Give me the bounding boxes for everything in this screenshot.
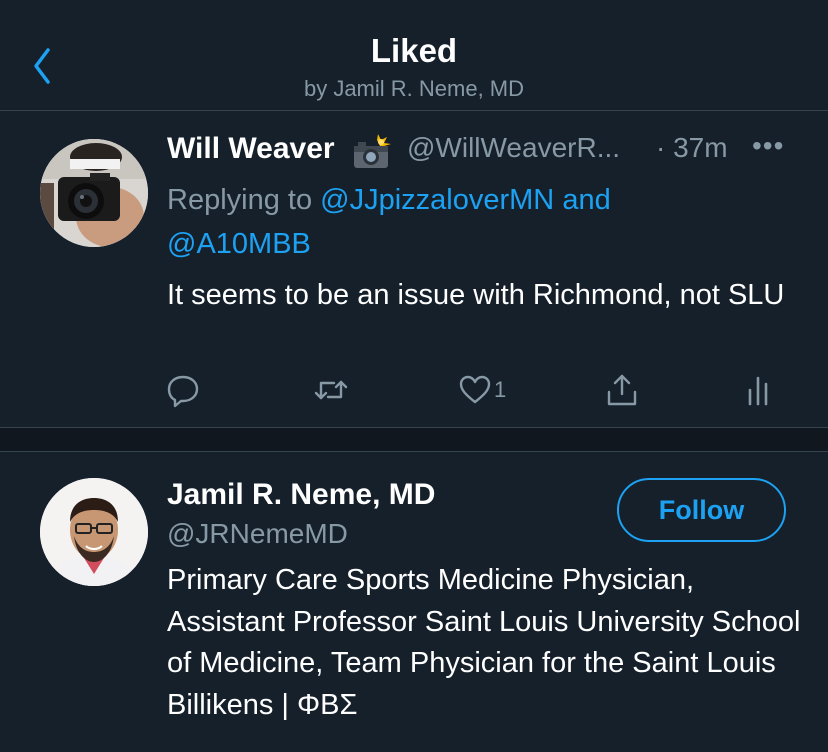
tweet[interactable]: Will Weaver @WillWeaverR... · 37m ••• Re… xyxy=(0,112,828,427)
user-handle[interactable]: @JRNemeMD xyxy=(167,518,348,550)
avatar[interactable] xyxy=(40,139,148,247)
mention-link-1[interactable]: @JJpizzaloverMN xyxy=(320,184,554,216)
tweet-timestamp: · 37m xyxy=(656,132,728,163)
retweet-button[interactable] xyxy=(312,370,350,410)
user-bio: Primary Care Sports Medicine Physician, … xyxy=(167,564,801,721)
reply-button[interactable] xyxy=(166,370,200,410)
analytics-icon xyxy=(748,376,768,406)
avatar-photo xyxy=(40,478,148,586)
replying-and[interactable]: and xyxy=(562,184,610,216)
user-card[interactable]: Jamil R. Neme, MD @JRNemeMD Follow Prima… xyxy=(0,452,828,752)
section-divider xyxy=(0,427,828,452)
more-options-button[interactable]: ••• xyxy=(752,130,784,162)
replying-to: Replying to @JJpizzaloverMN and @A10MBB xyxy=(167,178,727,266)
author-handle[interactable]: @WillWeaverR... xyxy=(407,132,620,164)
avatar-photo xyxy=(40,139,148,247)
like-count: 1 xyxy=(494,377,507,402)
tweet-text: It seems to be an issue with Richmond, n… xyxy=(167,279,785,311)
mention-link-2[interactable]: @A10MBB xyxy=(167,228,311,260)
tweet-actions: 1 xyxy=(0,370,828,414)
follow-button[interactable]: Follow xyxy=(617,478,786,542)
share-icon xyxy=(607,374,637,406)
avatar[interactable] xyxy=(40,478,148,586)
retweet-icon xyxy=(314,380,348,400)
replying-prefix: Replying to xyxy=(167,184,313,216)
page-title: Liked xyxy=(370,32,458,69)
comment-icon xyxy=(167,375,199,408)
page-subtitle: by Jamil R. Neme, MD xyxy=(303,76,525,101)
liked-screen: Liked by Jamil R. Neme, MD Will Weaver @… xyxy=(0,0,828,752)
analytics-button[interactable] xyxy=(744,370,774,410)
camera-flash-emoji-icon xyxy=(350,134,392,175)
top-bar: Liked by Jamil R. Neme, MD xyxy=(0,0,828,111)
heart-icon xyxy=(459,375,491,404)
user-name[interactable]: Jamil R. Neme, MD xyxy=(167,478,435,512)
share-button[interactable] xyxy=(605,370,639,410)
like-button[interactable]: 1 xyxy=(458,370,506,410)
author-name[interactable]: Will Weaver xyxy=(167,132,335,166)
